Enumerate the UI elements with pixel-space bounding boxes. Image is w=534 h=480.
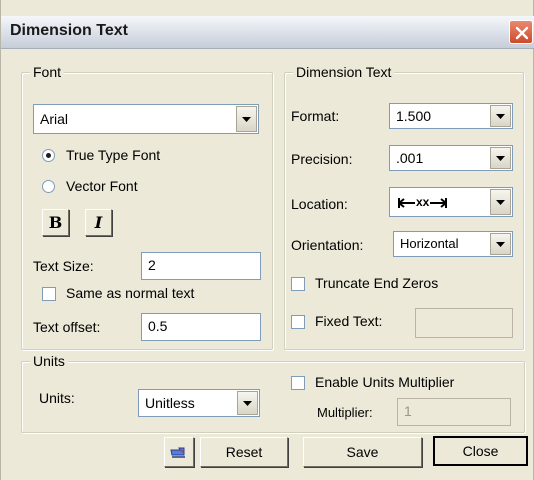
format-value: 1.500 xyxy=(396,108,432,124)
multiplier-label: Multiplier: xyxy=(317,405,373,420)
fixed-text-label[interactable]: Fixed Text: xyxy=(315,313,382,329)
chevron-down-icon[interactable] xyxy=(490,189,511,215)
save-button[interactable]: Save xyxy=(303,437,422,467)
chevron-down-icon[interactable] xyxy=(236,106,257,132)
format-label: Format: xyxy=(291,108,340,124)
chevron-down-icon[interactable] xyxy=(490,233,511,255)
font-select[interactable]: Arial xyxy=(33,104,259,134)
precision-label: Precision: xyxy=(291,151,353,167)
fixed-text-input[interactable] xyxy=(415,308,513,338)
help-button[interactable] xyxy=(164,437,194,467)
units-label: Units: xyxy=(39,390,75,406)
precision-value: .001 xyxy=(396,150,424,166)
chevron-down-icon[interactable] xyxy=(490,105,511,127)
location-value: xx xyxy=(398,195,448,209)
location-label: Location: xyxy=(291,196,348,212)
multiplier-value: 1 xyxy=(404,403,412,419)
vector-font-radio[interactable] xyxy=(42,180,55,193)
chevron-down-icon[interactable] xyxy=(237,391,258,415)
font-group-label: Font xyxy=(30,64,65,80)
orientation-label: Orientation: xyxy=(291,237,364,253)
bold-button[interactable]: B xyxy=(42,209,69,236)
units-group-label: Units xyxy=(30,353,68,369)
vector-font-label[interactable]: Vector Font xyxy=(66,178,138,194)
dimension-text-group-label: Dimension Text xyxy=(293,64,395,80)
truncate-end-zeros-label[interactable]: Truncate End Zeros xyxy=(315,275,438,291)
reset-button[interactable]: Reset xyxy=(200,437,288,467)
window-title: Dimension Text xyxy=(10,22,128,39)
text-size-value: 2 xyxy=(148,257,156,273)
location-value-text: xx xyxy=(416,195,430,209)
title-bar[interactable]: Dimension Text xyxy=(1,16,534,49)
close-window-icon[interactable] xyxy=(509,20,533,44)
true-type-font-radio[interactable] xyxy=(42,149,55,162)
fixed-text-checkbox[interactable] xyxy=(291,315,305,329)
pointing-hand-icon xyxy=(170,447,185,458)
text-offset-value: 0.5 xyxy=(148,318,168,334)
location-dimension-icon xyxy=(430,197,448,208)
enable-units-multiplier-label[interactable]: Enable Units Multiplier xyxy=(315,374,454,390)
close-button[interactable]: Close xyxy=(433,436,528,466)
text-size-input[interactable]: 2 xyxy=(141,252,261,280)
orientation-value: Horizontal xyxy=(400,236,459,251)
font-select-value: Arial xyxy=(40,111,69,127)
truncate-end-zeros-checkbox[interactable] xyxy=(291,277,305,291)
orientation-select[interactable]: Horizontal xyxy=(393,231,513,257)
units-select[interactable]: Unitless xyxy=(138,389,260,417)
dimension-text-dialog: Dimension Text Font Arial True Type Font… xyxy=(0,0,534,480)
true-type-font-label[interactable]: True Type Font xyxy=(66,147,160,163)
text-size-label: Text Size: xyxy=(33,258,94,274)
precision-select[interactable]: .001 xyxy=(389,145,513,171)
same-as-normal-label[interactable]: Same as normal text xyxy=(66,285,194,301)
multiplier-input[interactable]: 1 xyxy=(397,398,511,426)
format-select[interactable]: 1.500 xyxy=(389,103,513,129)
chevron-down-icon[interactable] xyxy=(490,147,511,169)
text-offset-label: Text offset: xyxy=(33,319,101,335)
text-offset-input[interactable]: 0.5 xyxy=(141,313,261,341)
radio-selected-dot xyxy=(46,153,51,158)
enable-units-multiplier-checkbox[interactable] xyxy=(291,376,305,390)
location-select[interactable]: xx xyxy=(389,187,513,217)
location-dimension-icon xyxy=(398,197,415,208)
units-value: Unitless xyxy=(145,395,195,411)
same-as-normal-checkbox[interactable] xyxy=(42,287,56,301)
italic-button[interactable]: I xyxy=(85,209,112,236)
